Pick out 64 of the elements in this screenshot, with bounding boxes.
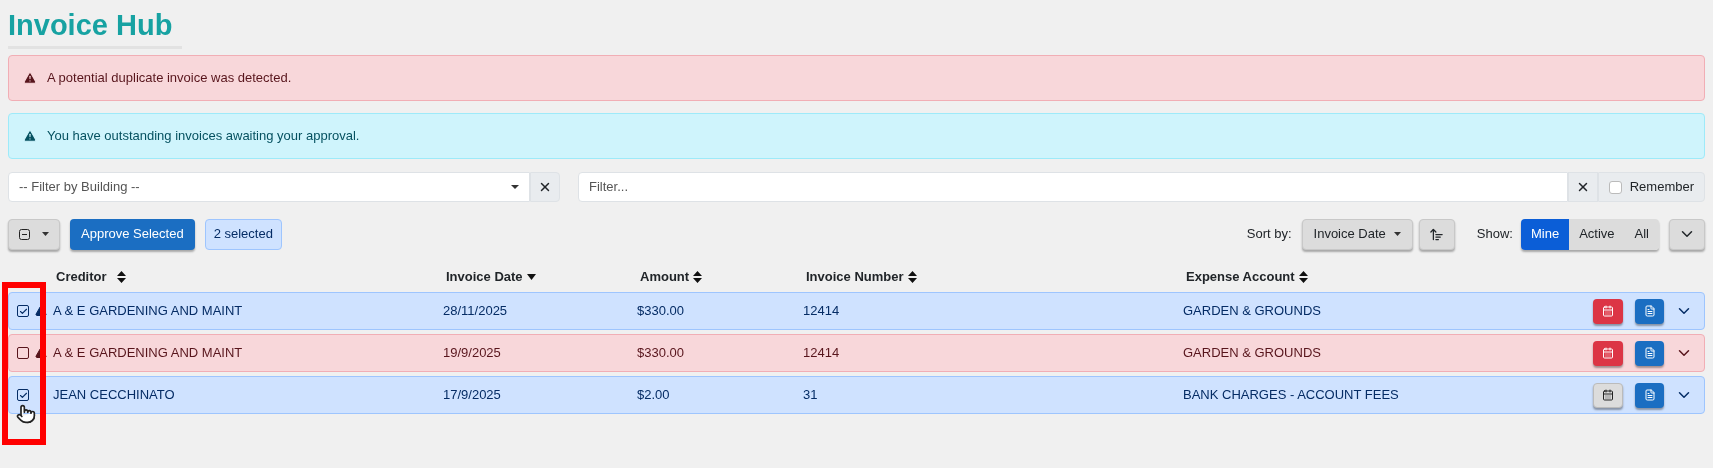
calendar-button[interactable] bbox=[1593, 382, 1623, 408]
selected-count-badge: 2 selected bbox=[204, 218, 282, 250]
warning-icon bbox=[23, 129, 37, 143]
table-cell: 12414 bbox=[803, 345, 840, 361]
sort-direction-button[interactable] bbox=[1418, 218, 1455, 250]
caret-icon bbox=[1393, 232, 1401, 236]
column-header[interactable]: Expense Account bbox=[1186, 267, 1295, 287]
table-cell: GARDEN & GROUNDS bbox=[1183, 345, 1321, 361]
bulk-select-button[interactable] bbox=[8, 218, 60, 250]
clear-button[interactable] bbox=[1567, 172, 1598, 202]
table-cell: A & E GARDENING AND MAINT bbox=[53, 303, 243, 319]
page-title: Invoice Hub bbox=[8, 8, 174, 43]
table-cell: 19/9/2025 bbox=[443, 345, 501, 361]
column-header[interactable]: Invoice Number bbox=[806, 267, 904, 287]
column-header[interactable]: Creditor bbox=[56, 267, 107, 287]
calendar-icon bbox=[1602, 305, 1614, 317]
calendar-icon bbox=[1602, 389, 1614, 401]
calendar-button[interactable] bbox=[1593, 298, 1623, 324]
row-checkbox[interactable] bbox=[17, 389, 29, 401]
row-checkbox[interactable] bbox=[17, 347, 29, 359]
table-cell: BANK CHARGES - ACCOUNT FEES bbox=[1183, 387, 1399, 403]
calendar-icon bbox=[1602, 347, 1614, 359]
sort-dropdown[interactable]: Invoice Date bbox=[1301, 218, 1413, 250]
document-icon bbox=[1643, 347, 1656, 359]
caret-icon bbox=[511, 185, 519, 189]
remember-checkbox[interactable] bbox=[1608, 180, 1622, 194]
alert-text: You have outstanding invoices awaiting your approval. bbox=[47, 127, 360, 146]
table-cell: 17/9/2025 bbox=[443, 387, 501, 403]
alert-text: A potential duplicate invoice was detected. bbox=[47, 69, 292, 88]
table-cell: $2.00 bbox=[637, 387, 670, 403]
table-cell: GARDEN & GROUNDS bbox=[1183, 303, 1321, 319]
show-filter-tab[interactable]: All bbox=[1624, 218, 1659, 250]
show-filter-tab[interactable]: Mine bbox=[1520, 218, 1570, 250]
table-cell: 12414 bbox=[803, 303, 840, 319]
approve-selected-button[interactable]: Approve Selected bbox=[70, 218, 195, 250]
document-icon bbox=[1643, 305, 1656, 317]
checkbox-label: Remember bbox=[1629, 178, 1694, 197]
table-cell: $330.00 bbox=[637, 345, 684, 361]
caret-icon bbox=[42, 232, 49, 236]
column-header[interactable]: Invoice Date bbox=[446, 267, 523, 287]
invoice-document-button[interactable] bbox=[1635, 382, 1664, 408]
invoice-document-button[interactable] bbox=[1635, 298, 1664, 324]
document-icon bbox=[1643, 389, 1656, 401]
table-cell: 28/11/2025 bbox=[443, 303, 508, 319]
table-cell: $330.00 bbox=[637, 303, 684, 319]
close-icon bbox=[538, 180, 552, 194]
clear-button[interactable] bbox=[530, 172, 560, 202]
table-cell: A & E GARDENING AND MAINT bbox=[53, 345, 243, 361]
table-cell: 31 bbox=[803, 387, 818, 403]
show-label: Show: bbox=[1476, 225, 1513, 244]
deselect-icon bbox=[19, 228, 30, 240]
show-filter-tab[interactable]: Active bbox=[1569, 218, 1625, 250]
hand-cursor-icon bbox=[16, 404, 36, 424]
filter-field[interactable]: Filter... bbox=[578, 172, 1568, 202]
invoice-row[interactable]: JEAN CECCHINATO 17/9/2025 $2.00 31 BANK CHARGES - ACCOUNT FEES bbox=[8, 376, 1705, 414]
column-header[interactable]: Amount bbox=[640, 267, 690, 287]
invoice-document-button[interactable] bbox=[1635, 340, 1664, 366]
warning-icon bbox=[23, 71, 37, 85]
calendar-button[interactable] bbox=[1593, 340, 1623, 366]
sort-label: Sort by: bbox=[1246, 225, 1292, 244]
row-checkbox[interactable] bbox=[17, 305, 29, 317]
table-cell: JEAN CECCHINATO bbox=[53, 387, 175, 403]
sort-ascending-icon bbox=[1429, 226, 1445, 242]
building-select[interactable]: -- Filter by Building -- bbox=[8, 172, 530, 202]
